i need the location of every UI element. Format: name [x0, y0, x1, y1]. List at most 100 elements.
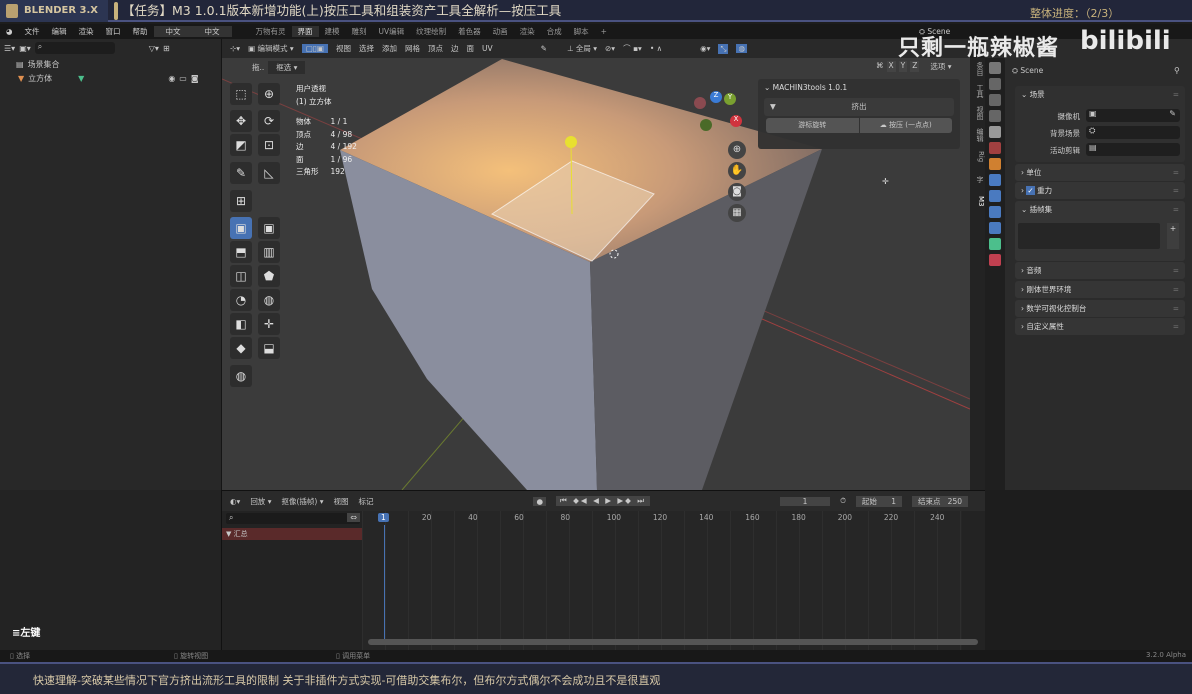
transform-tool[interactable]: ⊡ [258, 134, 280, 156]
editor-type-icon[interactable]: ⊹▾ [230, 44, 240, 53]
menu-edit[interactable]: 编辑 [46, 26, 73, 37]
outliner-item-cube[interactable]: ▼ 立方体 ▼ ◉ ▭ ◙ [0, 71, 221, 85]
swap-icon[interactable]: ⇔ [347, 513, 360, 522]
edge-slide-tool[interactable]: ◧ [230, 313, 252, 335]
gizmo-neg-x[interactable] [694, 97, 706, 109]
tool-props-icon[interactable] [989, 62, 1001, 74]
menu-add[interactable]: 添加 [382, 43, 397, 54]
section-scene[interactable]: ⌄ 场景 = [1015, 86, 1185, 103]
tab-tool[interactable]: 工具 [970, 80, 985, 102]
smooth-tool[interactable]: ◍ [258, 289, 280, 311]
new-collection-icon[interactable]: ⊞ [163, 44, 170, 53]
menu-uv[interactable]: UV [482, 44, 493, 53]
visibility-eye-icon[interactable]: ◉ [168, 74, 175, 83]
eyedropper-icon[interactable]: ✎ [541, 44, 547, 53]
workspace-tab[interactable]: UV编辑 [373, 26, 411, 37]
outliner-search-input[interactable]: ⌕ [34, 42, 115, 54]
cursor-tool[interactable]: ⊕ [258, 83, 280, 105]
material-icon[interactable] [989, 254, 1001, 266]
workspace-tab[interactable]: 万物有灵 [250, 26, 292, 37]
start-frame-field[interactable]: 起始 1 [855, 495, 903, 507]
render-props-icon[interactable] [989, 78, 1001, 90]
summary-channel[interactable]: ▼ 汇总 [222, 528, 362, 540]
menu-edge[interactable]: 边 [451, 43, 459, 54]
inset-tool[interactable]: ▣ [258, 217, 280, 239]
mesh-data-icon[interactable] [989, 238, 1001, 250]
add-cube-tool[interactable]: ⊞ [230, 190, 252, 212]
tab-edit[interactable]: 编辑 [970, 124, 985, 146]
menu-window[interactable]: 窗口 [100, 26, 127, 37]
tab-m3[interactable]: M3 [970, 190, 985, 212]
mirror-z-toggle[interactable]: Z [910, 61, 920, 72]
3d-viewport[interactable]: ⊹▾ ▣ 编辑模式 ▾ ▢▯▣ 视图 选择 添加 网格 顶点 边 面 UV ✎ … [222, 39, 970, 490]
blender-logo-icon[interactable]: ◕ [0, 27, 19, 36]
menu-mesh[interactable]: 网格 [405, 43, 420, 54]
workspace-tab[interactable]: 纹理绘制 [410, 26, 452, 37]
bevel-tool[interactable]: ⬒ [230, 241, 252, 263]
tab-view[interactable]: 视图 [970, 102, 985, 124]
spin-tool[interactable]: ◔ [230, 289, 252, 311]
menu-file[interactable]: 文件 [19, 26, 46, 37]
options-dropdown[interactable]: 选项 ▾ [930, 61, 951, 72]
shear-tool[interactable]: ◆ [230, 337, 252, 359]
menu-select[interactable]: 选择 [359, 43, 374, 54]
add-workspace-button[interactable]: + [595, 27, 613, 36]
ortho-grid-icon[interactable]: ▦ [728, 204, 746, 222]
timeline-scrollbar[interactable] [368, 639, 978, 645]
pivot-icon[interactable]: ⊘▾ [605, 44, 615, 53]
view-menu[interactable]: 视图 [333, 496, 348, 507]
snap-icon[interactable]: ⌒ ▪▾ [623, 43, 642, 54]
drag-select-dropdown[interactable]: 框选 ▾ [268, 61, 306, 74]
section-keying-sets[interactable]: ⌄ 插帧集 = + [1015, 201, 1185, 261]
playback-controls[interactable]: ⏮ ◆◀ ◀ ▶ ▶◆ ⏭ [556, 496, 651, 506]
tab-text[interactable]: 字 [970, 168, 985, 190]
orientation-selector[interactable]: ⊥ 全局 ▾ [567, 43, 597, 54]
loop-cut-tool[interactable]: ▥ [258, 241, 280, 263]
constraints-icon[interactable] [989, 222, 1001, 234]
pin-icon[interactable]: ⚲ [1174, 66, 1180, 75]
panel-header[interactable]: ⌄ MACHIN3tools 1.0.1 [758, 79, 960, 96]
camera-field[interactable]: ▣ ✎ [1086, 109, 1180, 122]
poly-build-tool[interactable]: ⬟ [258, 265, 280, 287]
section-gravity[interactable]: › ✓ 重力 = [1015, 182, 1185, 199]
end-frame-field[interactable]: 结束点 250 [912, 495, 968, 507]
auto-key-button[interactable]: ● [533, 496, 547, 506]
keying-set-list[interactable] [1018, 223, 1160, 249]
workspace-tab[interactable]: 动画 [487, 26, 514, 37]
section-rigid-body-world[interactable]: › 刚体世界环境 = [1015, 281, 1185, 298]
workspace-tab[interactable]: 着色器 [452, 26, 487, 37]
zoom-icon[interactable]: ⊕ [728, 141, 746, 159]
section-math-vis[interactable]: › 数学可视化控制台 = [1015, 300, 1185, 317]
gizmo-toggle-icon[interactable]: ⤡ [718, 43, 729, 54]
gizmo-y-axis[interactable]: Y [724, 93, 736, 105]
timeline-search-input[interactable]: ⌕ ⇔ [226, 513, 360, 524]
rotate-tool[interactable]: ⟳ [258, 110, 280, 132]
frame-ruler[interactable]: 1 20 40 60 80 100 120 140 160 180 200 220 240 [362, 513, 962, 525]
select-box-tool[interactable]: ⬚ [230, 83, 252, 105]
mode-selector[interactable]: ▣ 编辑模式 ▾ [248, 43, 294, 54]
gizmo-z-axis[interactable]: Z [710, 91, 722, 103]
scene-props-icon[interactable] [989, 126, 1001, 138]
editor-type-icon[interactable]: ◐▾ [230, 497, 240, 506]
modifier-icon[interactable] [989, 174, 1001, 186]
knife-tool[interactable]: ◫ [230, 265, 252, 287]
scale-tool[interactable]: ◩ [230, 134, 252, 156]
gizmo-x-axis[interactable]: X [730, 115, 742, 127]
select-mode-buttons[interactable]: ▢▯▣ [301, 44, 329, 53]
particles-icon[interactable] [989, 190, 1001, 202]
render-camera-icon[interactable]: ◙ [191, 74, 199, 83]
workspace-tab[interactable]: 脚本 [568, 26, 595, 37]
menu-view[interactable]: 视图 [336, 43, 351, 54]
section-audio[interactable]: › 音频 = [1015, 262, 1185, 279]
output-props-icon[interactable] [989, 94, 1001, 106]
gizmo-neg-y[interactable] [700, 119, 712, 131]
tab-rig[interactable]: Rig [970, 146, 985, 168]
filter-icon[interactable]: ▽▾ [149, 44, 159, 53]
world-props-icon[interactable] [989, 142, 1001, 154]
to-sphere-tool[interactable]: ◍ [230, 365, 252, 387]
workspace-tab[interactable]: 渲染 [514, 26, 541, 37]
camera-view-icon[interactable]: ◙ [728, 183, 746, 201]
workspace-tab[interactable]: 建模 [319, 26, 346, 37]
section-units[interactable]: › 单位 = [1015, 164, 1185, 181]
physics-icon[interactable] [989, 206, 1001, 218]
